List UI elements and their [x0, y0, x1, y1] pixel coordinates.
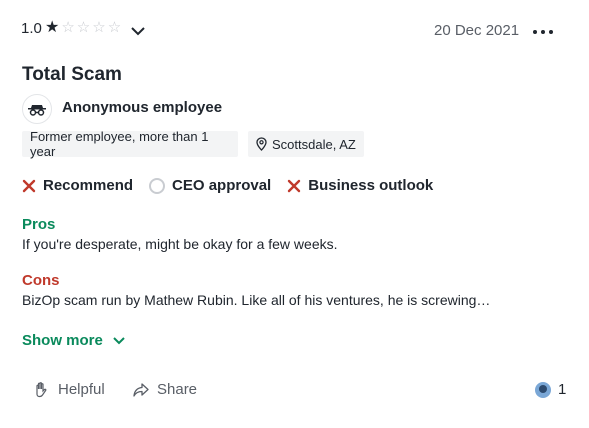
anonymous-user-icon	[22, 94, 52, 124]
ceo-approval-label: CEO approval	[172, 177, 272, 194]
x-icon	[288, 179, 301, 192]
rating-breakdown-toggle[interactable]	[130, 24, 146, 36]
avatar	[535, 381, 551, 398]
opinion-ratings: Recommend CEO approval Business outlook	[22, 177, 449, 194]
cons-heading: Cons	[22, 272, 60, 289]
helpful-button[interactable]: Helpful	[33, 381, 105, 398]
chevron-down-icon	[113, 336, 125, 344]
business-outlook-rating: Business outlook	[287, 177, 433, 194]
helpful-label: Helpful	[58, 381, 105, 398]
business-outlook-label: Business outlook	[308, 177, 434, 194]
review-title: Total Scam	[22, 64, 122, 85]
more-options-icon[interactable]	[533, 25, 557, 39]
star-icon: ★	[45, 19, 60, 36]
pros-heading: Pros	[22, 216, 56, 233]
recommend-rating: Recommend	[22, 177, 133, 194]
star-icon: ☆	[107, 19, 122, 36]
helpful-count: 1	[535, 381, 566, 398]
x-icon	[22, 179, 36, 192]
chevron-down-icon	[131, 27, 145, 36]
star-icon: ☆	[61, 19, 75, 36]
cons-text: BizOp scam run by Mathew Rubin. Like all…	[22, 292, 491, 308]
star-icon: ☆	[76, 19, 91, 36]
share-label: Share	[157, 381, 198, 398]
share-icon	[133, 382, 149, 397]
review-date: 20 Dec 2021	[434, 22, 520, 39]
author-name: Anonymous employee	[62, 99, 223, 116]
recommend-label: Recommend	[43, 177, 134, 194]
ceo-approval-rating: CEO approval	[149, 177, 271, 194]
helpful-hand-icon	[36, 382, 47, 398]
employment-status-tag: Former employee, more than 1 year	[22, 129, 238, 159]
share-button[interactable]: Share	[133, 381, 197, 398]
location-pin-icon	[256, 137, 267, 151]
pros-text: If you're desperate, might be okay for a…	[22, 236, 338, 252]
overall-rating: 1.0	[21, 20, 42, 37]
employment-status: Former employee, more than 1 year	[30, 129, 209, 159]
star-rating: ★ ☆ ☆ ☆ ☆	[45, 19, 121, 37]
circle-icon	[149, 177, 166, 194]
helpful-count-value: 1	[558, 381, 567, 398]
show-more-label: Show more	[22, 332, 103, 349]
location-text: Scottsdale, AZ	[272, 136, 356, 152]
location-tag: Scottsdale, AZ	[248, 131, 364, 157]
show-more-button[interactable]: Show more	[22, 332, 126, 349]
star-icon: ☆	[92, 19, 106, 36]
